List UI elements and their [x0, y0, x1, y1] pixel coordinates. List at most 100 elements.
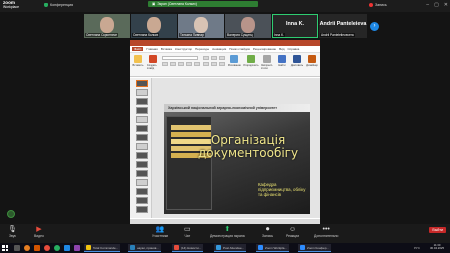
paste-button[interactable]: Вставить: [132, 55, 144, 67]
recording-label: Запись: [375, 3, 387, 7]
taskbar-app[interactable]: Total Commande...: [84, 244, 121, 252]
taskbar-app[interactable]: (14) Новости...: [172, 244, 204, 252]
bold-button[interactable]: [161, 62, 168, 66]
record-icon: ⏺: [265, 226, 270, 233]
minimize-icon[interactable]: –: [426, 2, 429, 8]
slide-thumbnail[interactable]: [136, 116, 148, 123]
slide-thumbnail[interactable]: [136, 188, 148, 195]
ppt-ribbon: Вставить Создать слайд Рисование Упорядо…: [130, 53, 320, 77]
taskbar-app[interactable]: Zoom Workpla...: [256, 244, 289, 252]
arrange-button[interactable]: Упорядочить: [243, 55, 259, 67]
shadow-button[interactable]: [193, 62, 200, 66]
shared-screen[interactable]: Файл Главная Вставка Конструктор Переход…: [130, 40, 320, 224]
app-icon[interactable]: [74, 245, 80, 251]
taskbar-app[interactable]: Post Attendee...: [214, 244, 247, 252]
tab-design[interactable]: Конструктор: [175, 47, 192, 51]
yandex-icon[interactable]: [44, 245, 50, 251]
underline-button[interactable]: [177, 62, 184, 66]
font-selector[interactable]: [161, 56, 198, 60]
slide-thumbnail[interactable]: [136, 134, 148, 141]
total-commander-icon: [86, 245, 91, 250]
tab-review[interactable]: Рецензирование: [253, 47, 276, 51]
audio-button[interactable]: 🎙 Звук: [8, 226, 17, 238]
participant-name: Валерия Сущинц: [226, 33, 254, 37]
taskbar-app[interactable]: Zoom Конфер...: [298, 244, 331, 252]
sharing-banner[interactable]: ▣ Экран (Светлана Колких): [148, 1, 258, 7]
slide-thumbnail[interactable]: [136, 197, 148, 204]
share-screen-button[interactable]: ⬆ Демонстрация экрана: [210, 226, 245, 238]
record-button[interactable]: ⏺ Запись: [262, 226, 273, 238]
dictate-button[interactable]: Диктовать: [291, 55, 303, 67]
participant-tile[interactable]: Светлана Колких: [131, 14, 177, 38]
participant-tile[interactable]: Andrii Panteleieva Andrii Panteleiievave…: [319, 14, 367, 38]
quick-styles-icon: [262, 55, 271, 63]
participant-name: Светлана Скрипниче: [85, 33, 119, 37]
slide-editor[interactable]: Харківський національний аграрно-економі…: [152, 78, 320, 218]
close-icon[interactable]: ✕: [444, 2, 448, 8]
align-right-button[interactable]: [218, 62, 225, 66]
slide-thumbnail[interactable]: [136, 98, 148, 105]
participant-tile[interactable]: Валерия Сущинц: [225, 14, 271, 38]
language-indicator[interactable]: РУС: [414, 246, 420, 250]
participant-tile[interactable]: Светлана Скрипниче: [84, 14, 130, 38]
participant-tile[interactable]: Татьяна Пивнар: [178, 14, 224, 38]
firefox-icon[interactable]: [24, 245, 30, 251]
find-button[interactable]: Найти: [276, 55, 288, 67]
taskbar-clock[interactable]: 11:30 30.04.2025: [430, 243, 444, 251]
recording-indicator[interactable]: Запись: [369, 3, 387, 7]
align-center-button[interactable]: [210, 62, 217, 66]
next-participants-button[interactable]: ›: [370, 22, 379, 31]
search-icon: [277, 55, 286, 63]
bullets-button[interactable]: [202, 56, 209, 60]
strike-button[interactable]: [185, 62, 192, 66]
chrome-icon[interactable]: [54, 245, 60, 251]
windows-taskbar: Total Commande... науки, приняв... (14) …: [0, 243, 450, 253]
meeting-info[interactable]: Конференция: [44, 3, 73, 7]
designer-button[interactable]: Дизайнер: [306, 55, 318, 67]
search-icon[interactable]: [14, 245, 20, 251]
tab-home[interactable]: Главная: [146, 47, 157, 51]
leave-button[interactable]: Выйти: [429, 227, 446, 233]
taskbar-app[interactable]: науки, приняв...: [128, 244, 161, 252]
maximize-icon[interactable]: ▢: [434, 2, 439, 8]
slide-thumbnail[interactable]: [136, 80, 148, 87]
slide-thumbnail[interactable]: [136, 125, 148, 132]
tab-help[interactable]: Справка: [288, 47, 300, 51]
reactions-button[interactable]: ☺ Реакции: [286, 226, 299, 238]
indent-button[interactable]: [218, 56, 225, 60]
video-button[interactable]: ▶ Видео: [34, 226, 44, 238]
align-left-button[interactable]: [202, 62, 209, 66]
slide-thumbnail[interactable]: [136, 206, 148, 213]
slide-thumbnail[interactable]: [136, 179, 148, 186]
store-icon[interactable]: [64, 245, 70, 251]
drawing-label: Рисование: [227, 64, 241, 67]
chat-button[interactable]: ▭ Чат: [184, 226, 191, 238]
quick-styles-button[interactable]: Экспресс-стили: [261, 55, 273, 70]
participants-button[interactable]: 👥 Участники: [152, 226, 168, 238]
explorer-icon[interactable]: [34, 245, 40, 251]
tab-file[interactable]: Файл: [132, 47, 144, 51]
avatar[interactable]: [7, 210, 15, 218]
current-slide[interactable]: Харківський національний аграрно-економі…: [164, 104, 310, 214]
participant-tile-active[interactable]: Inna K. Inna K.: [272, 14, 318, 38]
more-button[interactable]: ••• Дополнительно: [314, 226, 338, 238]
slide-thumbnail[interactable]: [136, 161, 148, 168]
tab-insert[interactable]: Вставка: [161, 47, 172, 51]
slide-thumbnail[interactable]: [136, 107, 148, 114]
tab-view[interactable]: Вид: [279, 47, 284, 51]
slide-thumbnail[interactable]: [136, 152, 148, 159]
italic-button[interactable]: [169, 62, 176, 66]
video-off-icon: ▶: [36, 226, 42, 233]
slide-thumbnail[interactable]: [136, 170, 148, 177]
tab-transitions[interactable]: Переходы: [195, 47, 209, 51]
slide-thumbnails[interactable]: [130, 78, 152, 218]
drawing-button[interactable]: Рисование: [228, 55, 241, 67]
new-slide-button[interactable]: Создать слайд: [147, 55, 159, 70]
numbering-button[interactable]: [210, 56, 217, 60]
slide-thumbnail[interactable]: [136, 143, 148, 150]
tab-animations[interactable]: Анимация: [212, 47, 226, 51]
tab-slideshow[interactable]: Показ слайдов: [229, 47, 250, 51]
start-icon[interactable]: [2, 245, 8, 251]
slide-thumbnail[interactable]: [136, 89, 148, 96]
slide-title: Організація документообігу: [198, 133, 299, 160]
